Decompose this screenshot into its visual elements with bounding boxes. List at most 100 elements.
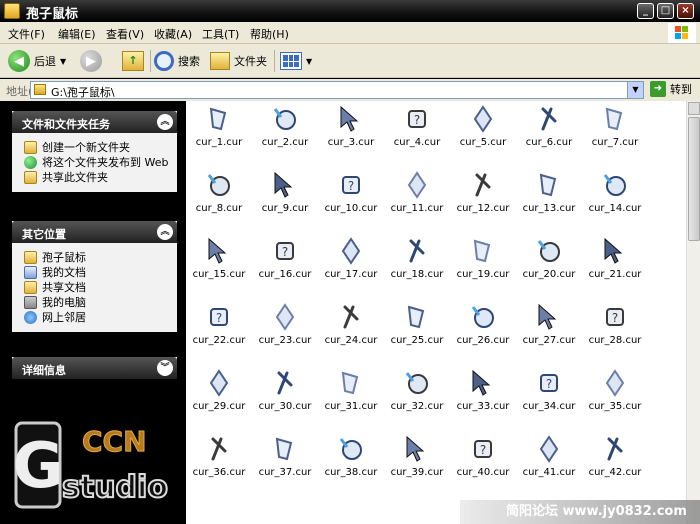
file-item[interactable]: cur_9.cur [252, 169, 318, 214]
file-item[interactable]: ? cur_22.cur [186, 301, 252, 346]
file-item[interactable]: cur_35.cur [582, 367, 648, 412]
scroll-thumb[interactable] [688, 117, 700, 241]
file-name: cur_39.cur [390, 467, 444, 478]
svg-text:?: ? [480, 443, 486, 457]
expand-icon[interactable]: ︾ [157, 360, 173, 376]
file-item[interactable]: cur_7.cur [582, 103, 648, 148]
file-name: cur_14.cur [588, 203, 642, 214]
file-item[interactable]: cur_5.cur [450, 103, 516, 148]
cursor-file-icon [533, 103, 565, 135]
logo-studio: studio [62, 470, 168, 505]
file-item[interactable]: ? cur_16.cur [252, 235, 318, 280]
place-network[interactable]: 网上邻居 [24, 311, 171, 324]
file-item[interactable]: cur_41.cur [516, 433, 582, 478]
file-name: cur_28.cur [588, 335, 642, 346]
ccn-studio-logo: G CCN studio [13, 421, 184, 511]
file-name: cur_9.cur [261, 203, 309, 214]
folders-button[interactable]: 文件夹 [210, 49, 267, 73]
file-item[interactable]: cur_23.cur [252, 301, 318, 346]
file-item[interactable]: cur_15.cur [186, 235, 252, 280]
file-item[interactable]: cur_38.cur [318, 433, 384, 478]
back-button[interactable]: ◀ 后退 ▼ [8, 49, 66, 73]
file-name: cur_40.cur [456, 467, 510, 478]
views-button[interactable]: ▼ [280, 49, 312, 73]
file-item[interactable]: cur_14.cur [582, 169, 648, 214]
cursor-file-icon [401, 433, 433, 465]
minimize-button[interactable]: _ [637, 3, 654, 19]
network-places-icon [24, 311, 37, 324]
file-item[interactable]: cur_31.cur [318, 367, 384, 412]
file-item[interactable]: cur_21.cur [582, 235, 648, 280]
details-panel: 详细信息 ︾ [12, 357, 177, 379]
file-item[interactable]: cur_37.cur [252, 433, 318, 478]
close-button[interactable]: × [677, 3, 694, 19]
task-share-folder[interactable]: 共享此文件夹 [24, 171, 171, 184]
menu-tools[interactable]: 工具(T) [202, 26, 239, 42]
file-item[interactable]: ? cur_40.cur [450, 433, 516, 478]
collapse-icon[interactable]: ︽ [157, 114, 173, 130]
place-my-documents[interactable]: 我的文档 [24, 266, 171, 279]
place-spore-cursors[interactable]: 孢子鼠标 [24, 251, 171, 264]
place-shared-documents[interactable]: 共享文档 [24, 281, 171, 294]
file-item[interactable]: cur_30.cur [252, 367, 318, 412]
file-item[interactable]: cur_3.cur [318, 103, 384, 148]
file-item[interactable]: cur_20.cur [516, 235, 582, 280]
place-my-computer[interactable]: 我的电脑 [24, 296, 171, 309]
file-item[interactable]: cur_39.cur [384, 433, 450, 478]
file-item[interactable]: cur_6.cur [516, 103, 582, 148]
cursor-file-icon [401, 235, 433, 267]
menu-file[interactable]: 文件(F) [8, 26, 45, 42]
file-name: cur_21.cur [588, 269, 642, 280]
file-item[interactable]: cur_27.cur [516, 301, 582, 346]
maximize-button[interactable]: □ [657, 3, 674, 19]
file-name: cur_29.cur [192, 401, 246, 412]
address-dropdown-button[interactable]: ▼ [627, 82, 643, 98]
up-folder-button[interactable]: ↑ [122, 49, 144, 73]
go-button[interactable]: ➜ 转到 [650, 81, 692, 97]
vertical-scrollbar[interactable] [686, 101, 700, 524]
cursor-file-icon [467, 367, 499, 399]
search-button[interactable]: 搜索 [154, 49, 200, 73]
task-new-folder[interactable]: 创建一个新文件夹 [24, 141, 171, 154]
file-item[interactable]: cur_24.cur [318, 301, 384, 346]
file-item[interactable]: cur_2.cur [252, 103, 318, 148]
file-name: cur_18.cur [390, 269, 444, 280]
scroll-up-button[interactable] [688, 102, 700, 115]
file-item[interactable]: cur_32.cur [384, 367, 450, 412]
file-item[interactable]: cur_42.cur [582, 433, 648, 478]
file-item[interactable]: ? cur_10.cur [318, 169, 384, 214]
file-item[interactable]: cur_1.cur [186, 103, 252, 148]
file-item[interactable]: cur_26.cur [450, 301, 516, 346]
file-item[interactable]: ? cur_28.cur [582, 301, 648, 346]
file-item[interactable]: cur_17.cur [318, 235, 384, 280]
menu-help[interactable]: 帮助(H) [250, 26, 289, 42]
details-panel-header[interactable]: 详细信息 ︾ [12, 357, 177, 379]
address-input[interactable]: G:\孢子鼠标\ ▼ [30, 81, 644, 99]
file-item[interactable]: ? cur_4.cur [384, 103, 450, 148]
file-item[interactable]: cur_11.cur [384, 169, 450, 214]
file-item[interactable]: cur_33.cur [450, 367, 516, 412]
file-item[interactable]: cur_19.cur [450, 235, 516, 280]
collapse-icon[interactable]: ︽ [157, 224, 173, 240]
menu-edit[interactable]: 编辑(E) [58, 26, 96, 42]
file-item[interactable]: cur_29.cur [186, 367, 252, 412]
cursor-file-icon [533, 169, 565, 201]
watermark: 简阳论坛 www.jy0832.com [460, 500, 700, 524]
cursor-file-icon [599, 103, 631, 135]
places-panel-header[interactable]: 其它位置 ︽ [12, 221, 177, 243]
file-item[interactable]: ? cur_34.cur [516, 367, 582, 412]
task-publish-web[interactable]: 将这个文件夹发布到 Web [24, 156, 171, 169]
file-name: cur_26.cur [456, 335, 510, 346]
file-list-view[interactable]: cur_1.cur cur_2.cur cur_3.cur? cur_4.cur cur… [186, 101, 686, 524]
file-item[interactable]: cur_18.cur [384, 235, 450, 280]
file-item[interactable]: cur_36.cur [186, 433, 252, 478]
tasks-panel-header[interactable]: 文件和文件夹任务 ︽ [12, 111, 177, 133]
shared-documents-icon [24, 281, 37, 294]
menu-view[interactable]: 查看(V) [106, 26, 144, 42]
file-item[interactable]: cur_25.cur [384, 301, 450, 346]
file-item[interactable]: cur_13.cur [516, 169, 582, 214]
file-item[interactable]: cur_12.cur [450, 169, 516, 214]
menu-favorites[interactable]: 收藏(A) [154, 26, 192, 42]
forward-button[interactable]: ▶ [80, 49, 102, 73]
file-item[interactable]: cur_8.cur [186, 169, 252, 214]
